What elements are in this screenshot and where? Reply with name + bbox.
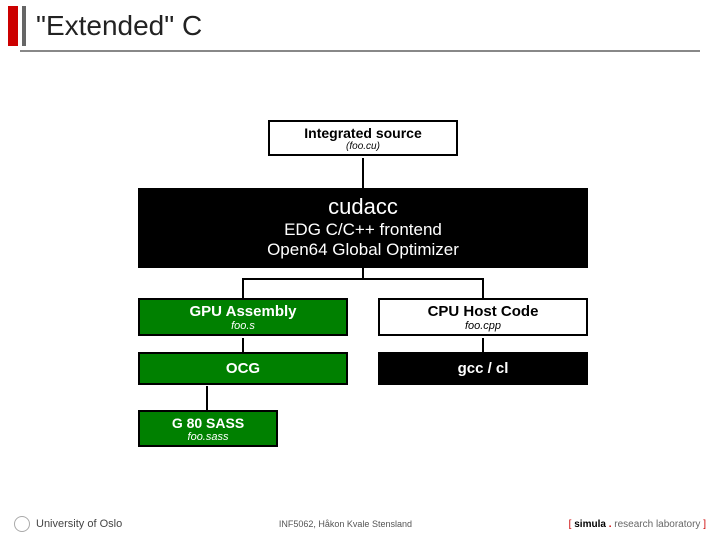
cudacc-line-2: Open64 Global Optimizer bbox=[140, 240, 586, 260]
ocg-title: OCG bbox=[140, 360, 346, 377]
gpu-assembly-title: GPU Assembly bbox=[140, 303, 346, 320]
footer-center: INF5062, Håkon Kvale Stensland bbox=[279, 519, 412, 529]
connector-line bbox=[362, 158, 364, 188]
slide-title: "Extended" C bbox=[36, 10, 202, 42]
sass-title: G 80 SASS bbox=[140, 415, 276, 431]
lab-simula: simula bbox=[574, 519, 606, 530]
footer-right: [ simula . research laboratory ] bbox=[569, 519, 706, 530]
uio-label: University of Oslo bbox=[36, 518, 122, 530]
gcc-title: gcc / cl bbox=[380, 360, 586, 377]
connector-line bbox=[242, 338, 244, 352]
connector-line bbox=[482, 278, 484, 298]
uio-seal-icon bbox=[14, 516, 30, 532]
cudacc-line-1: EDG C/C++ frontend bbox=[140, 220, 586, 240]
title-divider bbox=[22, 6, 26, 46]
sass-sub: foo.sass bbox=[140, 431, 276, 443]
ocg-box: OCG bbox=[138, 352, 348, 385]
footer: University of Oslo INF5062, Håkon Kvale … bbox=[0, 516, 720, 532]
connector-line bbox=[242, 278, 244, 298]
lab-bracket-close: ] bbox=[700, 519, 706, 530]
integrated-source-title: Integrated source bbox=[270, 125, 456, 141]
title-bar: "Extended" C bbox=[0, 0, 720, 46]
sass-box: G 80 SASS foo.sass bbox=[138, 410, 278, 447]
lab-dot: . bbox=[606, 519, 614, 530]
cpu-host-box: CPU Host Code foo.cpp bbox=[378, 298, 588, 336]
cudacc-title: cudacc bbox=[140, 194, 586, 220]
gpu-assembly-sub: foo.s bbox=[140, 320, 346, 332]
footer-left: University of Oslo bbox=[14, 516, 122, 532]
cpu-host-title: CPU Host Code bbox=[380, 303, 586, 320]
lab-tail: research laboratory bbox=[614, 519, 700, 530]
integrated-source-box: Integrated source (foo.cu) bbox=[268, 120, 458, 156]
title-accent bbox=[8, 6, 18, 46]
gpu-assembly-box: GPU Assembly foo.s bbox=[138, 298, 348, 336]
slide: "Extended" C Integrated source (foo.cu) … bbox=[0, 0, 720, 540]
connector-line bbox=[482, 338, 484, 352]
gcc-box: gcc / cl bbox=[378, 352, 588, 385]
cpu-host-sub: foo.cpp bbox=[380, 320, 586, 332]
connector-line bbox=[206, 386, 208, 410]
cudacc-box: cudacc EDG C/C++ frontend Open64 Global … bbox=[138, 188, 588, 268]
integrated-source-sub: (foo.cu) bbox=[270, 141, 456, 152]
connector-line bbox=[242, 278, 484, 280]
title-underline bbox=[20, 50, 700, 52]
